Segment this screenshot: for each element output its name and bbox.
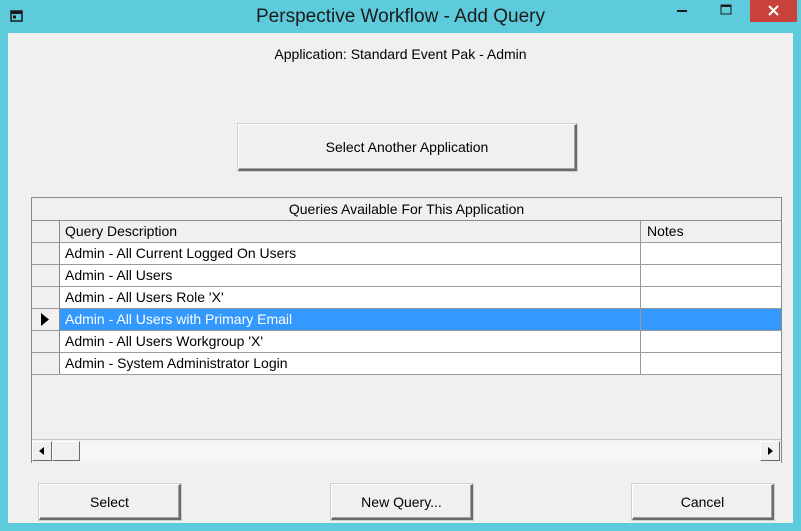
query-description-cell[interactable]: Admin - System Administrator Login <box>61 353 641 374</box>
minimize-button[interactable] <box>660 0 704 22</box>
header-row-selector[interactable] <box>32 221 60 242</box>
notes-cell[interactable] <box>641 331 781 352</box>
notes-cell[interactable] <box>641 265 781 286</box>
select-another-application-button[interactable]: Select Another Application <box>238 124 577 171</box>
scroll-thumb[interactable] <box>52 441 80 461</box>
table-row[interactable]: Admin - All Users Workgroup 'X' <box>32 331 781 353</box>
new-query-button[interactable]: New Query... <box>331 484 473 520</box>
arrow-left-icon <box>39 447 44 455</box>
arrow-right-icon <box>768 447 773 455</box>
table-row[interactable]: Admin - System Administrator Login <box>32 353 781 375</box>
row-selector[interactable] <box>32 265 60 286</box>
table-row[interactable]: Admin - All Users Role 'X' <box>32 287 781 309</box>
column-header-notes[interactable]: Notes <box>641 221 781 242</box>
notes-cell[interactable] <box>641 353 781 374</box>
row-selector[interactable] <box>32 243 60 264</box>
query-description-cell[interactable]: Admin - All Users with Primary Email <box>61 309 641 330</box>
close-button[interactable] <box>750 0 797 22</box>
query-description-cell[interactable]: Admin - All Users <box>61 265 641 286</box>
row-selector[interactable] <box>32 331 60 352</box>
dialog-window: Perspective Workflow - Add Query Applica… <box>0 0 801 531</box>
maximize-button[interactable] <box>704 0 748 22</box>
scroll-left-button[interactable] <box>32 441 52 461</box>
grid-header-row: Query Description Notes <box>32 221 781 243</box>
row-selector[interactable] <box>32 353 60 374</box>
row-selector[interactable] <box>32 309 60 330</box>
select-button[interactable]: Select <box>39 484 181 520</box>
scroll-track[interactable] <box>80 441 760 461</box>
notes-cell[interactable] <box>641 287 781 308</box>
query-description-cell[interactable]: Admin - All Users Workgroup 'X' <box>61 331 641 352</box>
table-row-selected[interactable]: Admin - All Users with Primary Email <box>32 309 781 331</box>
title-bar[interactable]: Perspective Workflow - Add Query <box>0 0 801 33</box>
row-pointer-icon <box>41 313 49 326</box>
query-description-cell[interactable]: Admin - All Users Role 'X' <box>61 287 641 308</box>
cancel-button[interactable]: Cancel <box>632 484 774 520</box>
table-row[interactable]: Admin - All Current Logged On Users <box>32 243 781 265</box>
row-selector[interactable] <box>32 287 60 308</box>
notes-cell[interactable] <box>641 309 781 330</box>
scroll-right-button[interactable] <box>760 441 780 461</box>
notes-cell[interactable] <box>641 243 781 264</box>
column-header-query-description[interactable]: Query Description <box>61 221 641 242</box>
close-icon <box>768 5 779 16</box>
queries-grid[interactable]: Queries Available For This Application Q… <box>31 197 782 463</box>
horizontal-scrollbar[interactable] <box>32 439 781 463</box>
grid-caption: Queries Available For This Application <box>32 198 781 221</box>
table-row[interactable]: Admin - All Users <box>32 265 781 287</box>
maximize-icon <box>720 4 732 15</box>
minimize-icon <box>677 10 687 12</box>
query-description-cell[interactable]: Admin - All Current Logged On Users <box>61 243 641 264</box>
application-label: Application: Standard Event Pak - Admin <box>274 46 527 62</box>
